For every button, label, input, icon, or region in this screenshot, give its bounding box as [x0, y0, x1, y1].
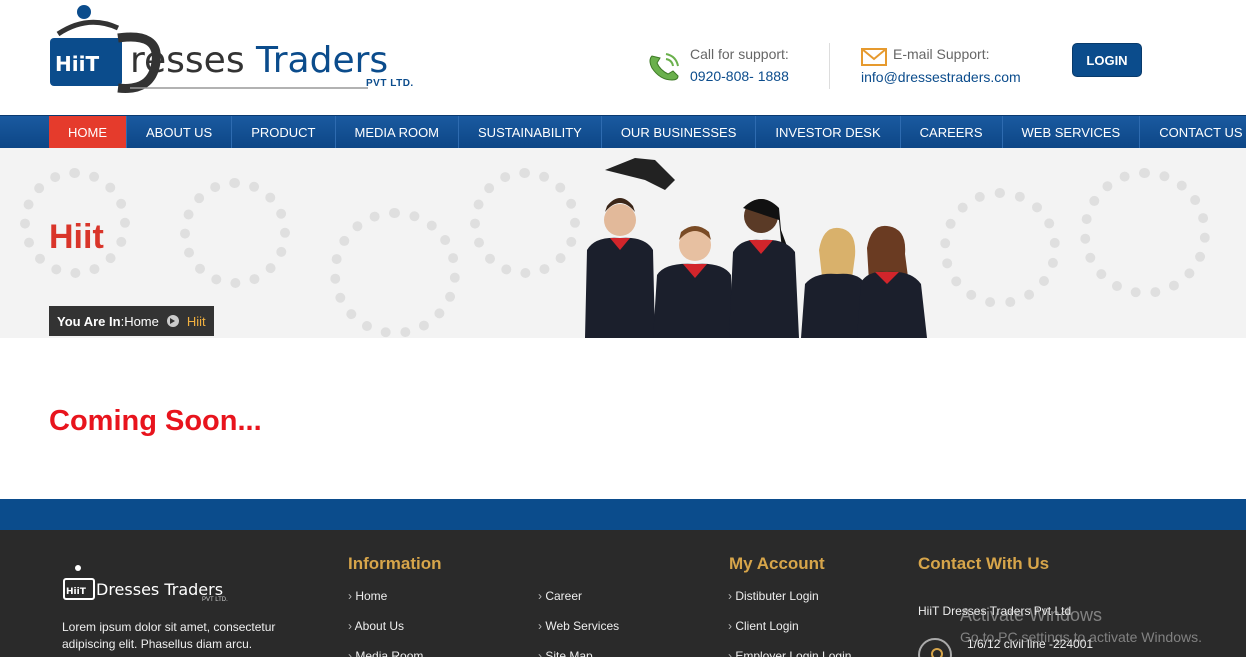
- logo-badge-text: HiiT: [55, 52, 99, 76]
- breadcrumb-label: You Are In: [57, 313, 121, 329]
- footer-link-web-services[interactable]: Web Services: [538, 619, 619, 649]
- support-phone-number[interactable]: 0920-808- 1888: [690, 68, 789, 84]
- nav-item-media-room[interactable]: MEDIA ROOM: [336, 116, 460, 149]
- page-banner: Hiit You Are In : Home Hiit: [0, 148, 1246, 338]
- footer-heading-my-account: My Account: [729, 554, 825, 573]
- nav-item-careers[interactable]: CAREERS: [901, 116, 1003, 149]
- email-label: E-mail Support:: [893, 46, 990, 62]
- page-title: Hiit: [49, 218, 104, 256]
- footer-link-home[interactable]: Home: [348, 589, 423, 619]
- nav-item-investor-desk[interactable]: INVESTOR DESK: [756, 116, 901, 149]
- mail-icon: [861, 48, 887, 66]
- footer-logo-badge-text: HiiT: [66, 587, 87, 597]
- chevron-right-icon: [166, 315, 179, 327]
- windows-activation-subtitle: Go to PC settings to activate Windows.: [960, 629, 1202, 645]
- site-footer: HiiT Dresses Traders PVT LTD. Lorem ipsu…: [0, 530, 1246, 657]
- map-pin-icon: [918, 638, 952, 657]
- paisley-pattern: [470, 168, 580, 278]
- paisley-pattern: [180, 178, 290, 288]
- logo-traders: Traders: [256, 40, 389, 81]
- site-logo[interactable]: HiiT resses Traders PVT LTD.: [48, 4, 428, 96]
- email-address-link[interactable]: info@dressestraders.com: [861, 69, 1021, 85]
- footer-info-list-2: Career Web Services Site Map: [538, 589, 619, 657]
- paisley-pattern: [330, 208, 460, 338]
- nav-item-our-businesses[interactable]: OUR BUSINESSES: [602, 116, 757, 149]
- footer-link-employer-login[interactable]: Employer Login Login: [728, 649, 851, 657]
- footer-heading-information: Information: [348, 554, 442, 573]
- paisley-pattern: [940, 188, 1060, 308]
- breadcrumb: You Are In : Home Hiit: [49, 306, 214, 336]
- footer-link-client-login[interactable]: Client Login: [728, 619, 851, 649]
- support-label: Call for support:: [690, 46, 789, 62]
- footer-link-distributer-login[interactable]: Distibuter Login: [728, 589, 851, 619]
- footer-about-text: Lorem ipsum dolor sit amet, consectetur …: [62, 620, 276, 651]
- logo-dresses: resses: [130, 40, 245, 81]
- footer-account-list: Distibuter Login Client Login Employer L…: [728, 589, 851, 657]
- header-divider: [829, 43, 830, 89]
- footer-link-about-us[interactable]: About Us: [348, 619, 423, 649]
- main-nav: HOME ABOUT US PRODUCT MEDIA ROOM SUSTAIN…: [0, 115, 1246, 149]
- footer-link-career[interactable]: Career: [538, 589, 619, 619]
- footer-link-media-room[interactable]: Media Room: [348, 649, 423, 657]
- footer-logo-subtitle: PVT LTD.: [202, 597, 228, 603]
- nav-item-sustainability[interactable]: SUSTAINABILITY: [459, 116, 602, 149]
- logo-text: resses Traders: [130, 40, 388, 81]
- footer-logo[interactable]: HiiT Dresses Traders PVT LTD.: [62, 564, 242, 604]
- nav-item-contact-us[interactable]: CONTACT US: [1140, 116, 1246, 149]
- footer-heading-contact: Contact With Us: [918, 554, 1050, 573]
- breadcrumb-current: Hiit: [186, 313, 206, 329]
- site-header: HiiT resses Traders PVT LTD. Call for su…: [0, 0, 1246, 115]
- nav-item-product[interactable]: PRODUCT: [232, 116, 336, 149]
- footer-top-bar: [0, 499, 1246, 530]
- nav-item-about-us[interactable]: ABOUT US: [127, 116, 233, 149]
- coming-soon-message: Coming Soon...: [49, 405, 262, 437]
- breadcrumb-home-link[interactable]: Home: [124, 314, 159, 329]
- footer-link-site-map[interactable]: Site Map: [538, 649, 619, 657]
- windows-activation-title: Activate Windows: [960, 605, 1103, 625]
- page: HiiT resses Traders PVT LTD. Call for su…: [0, 0, 1246, 657]
- nav-list: HOME ABOUT US PRODUCT MEDIA ROOM SUSTAIN…: [49, 116, 1246, 149]
- phone-icon: [649, 53, 679, 81]
- login-button[interactable]: LOGIN: [1072, 43, 1142, 77]
- logo-subtitle: PVT LTD.: [366, 78, 414, 89]
- children-uniform-photo: [585, 158, 927, 338]
- nav-item-web-services[interactable]: WEB SERVICES: [1003, 116, 1141, 149]
- footer-info-list-1: Home About Us Media Room: [348, 589, 424, 657]
- paisley-pattern: [1080, 168, 1210, 298]
- nav-item-home[interactable]: HOME: [49, 116, 127, 149]
